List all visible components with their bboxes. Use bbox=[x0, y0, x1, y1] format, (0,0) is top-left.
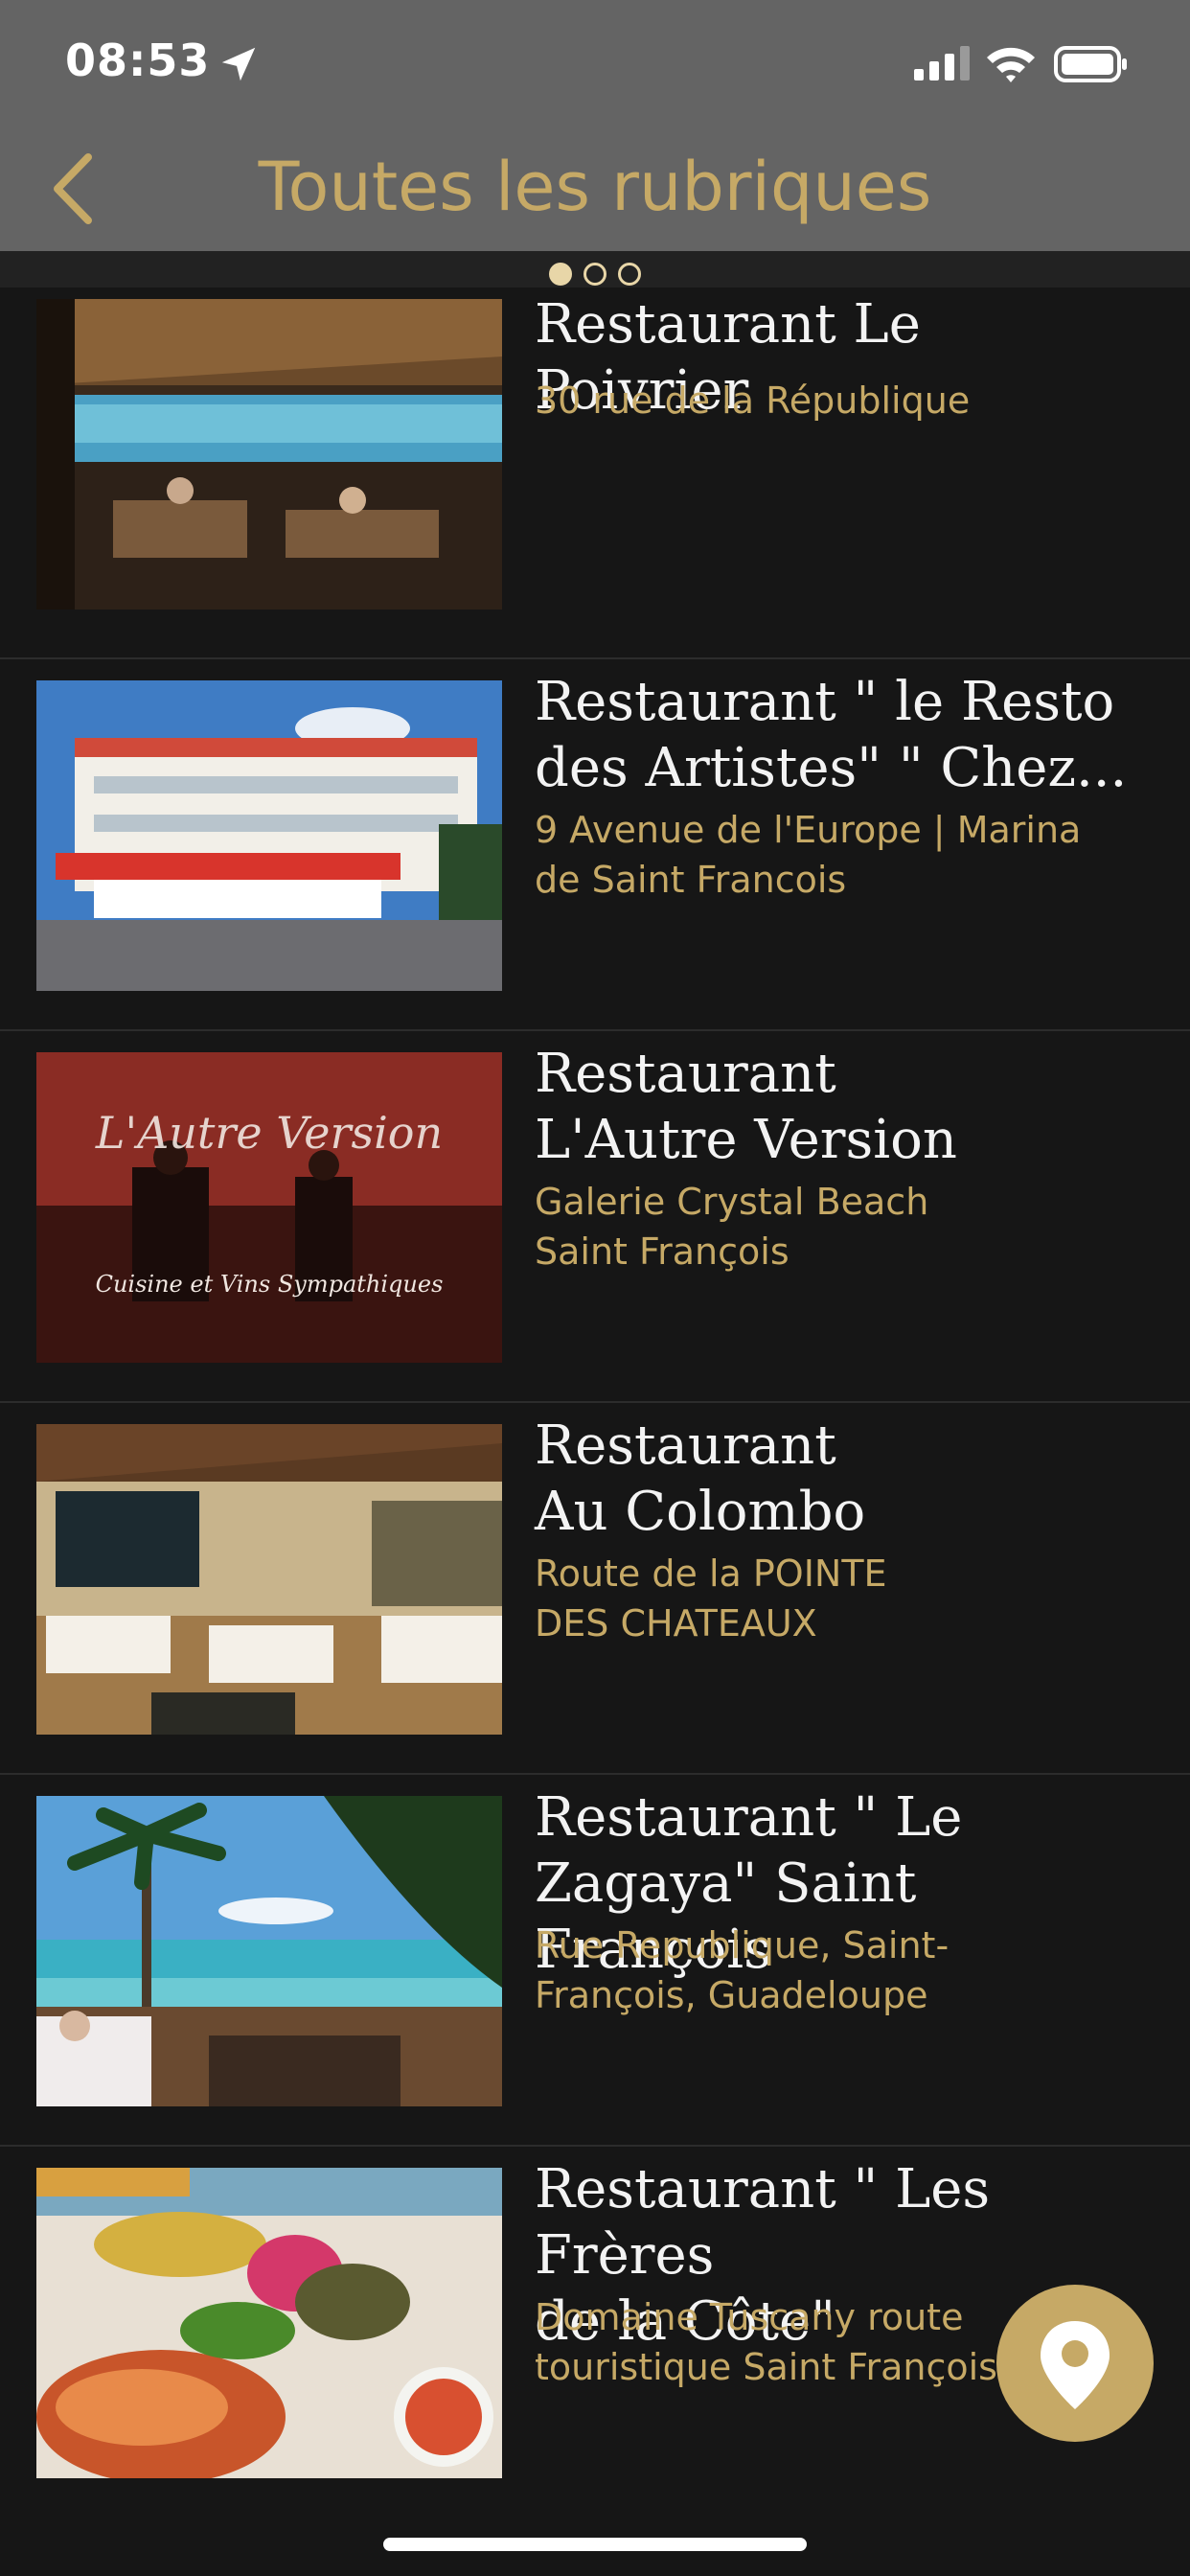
home-indicator[interactable] bbox=[383, 2538, 807, 2551]
restaurant-address: 30 rue de la République bbox=[535, 380, 971, 422]
restaurant-thumbnail bbox=[36, 2168, 502, 2478]
page-dot-3[interactable] bbox=[618, 263, 641, 286]
restaurant-thumbnail bbox=[36, 299, 502, 610]
list-item[interactable]: Restaurant Le Poivrier 30 rue de la Répu… bbox=[0, 288, 1190, 659]
cellular-signal-icon bbox=[914, 46, 970, 80]
map-pin-icon bbox=[1041, 2321, 1110, 2409]
restaurant-name: Restaurant L'Autre Version bbox=[535, 1043, 957, 1171]
map-button[interactable] bbox=[996, 2285, 1154, 2442]
page-title: Toutes les rubriques bbox=[258, 148, 932, 226]
page-dot-2[interactable] bbox=[584, 263, 606, 286]
location-arrow-icon bbox=[221, 47, 256, 81]
image-caption: L'Autre Version bbox=[95, 1107, 443, 1159]
navigation-header: 08:53 Toutes les rubriques bbox=[0, 0, 1190, 251]
list-item[interactable]: Restaurant " le Resto des Artistes" " Ch… bbox=[0, 659, 1190, 1031]
image-caption: Cuisine et Vins Sympathiques bbox=[96, 1271, 444, 1298]
list-item[interactable]: L'Autre Version Cuisine et Vins Sympathi… bbox=[0, 1031, 1190, 1403]
restaurant-thumbnail bbox=[36, 1424, 502, 1735]
page-dot-1[interactable] bbox=[549, 263, 572, 286]
list-item[interactable]: Restaurant Au Colombo Route de la POINTE… bbox=[0, 1403, 1190, 1775]
wifi-icon bbox=[987, 47, 1035, 82]
status-time: 08:53 bbox=[65, 34, 211, 86]
list-item[interactable]: Restaurant " Le Zagaya" Saint François R… bbox=[0, 1775, 1190, 2147]
restaurant-address: Galerie Crystal Beach Saint François bbox=[535, 1181, 929, 1273]
restaurant-thumbnail bbox=[36, 1796, 502, 2106]
restaurant-address: Route de la POINTE DES CHATEAUX bbox=[535, 1552, 887, 1644]
restaurant-name: Restaurant " le Resto des Artistes" " Ch… bbox=[535, 671, 1128, 799]
battery-icon bbox=[1054, 46, 1127, 82]
restaurant-thumbnail: L'Autre Version Cuisine et Vins Sympathi… bbox=[36, 1052, 502, 1363]
restaurant-address: Rue Republique, Saint- François, Guadelo… bbox=[535, 1924, 950, 2016]
restaurant-name: Restaurant Au Colombo bbox=[535, 1414, 866, 1543]
restaurant-address: 9 Avenue de l'Europe | Marina de Saint F… bbox=[535, 809, 1082, 901]
restaurant-thumbnail bbox=[36, 680, 502, 991]
